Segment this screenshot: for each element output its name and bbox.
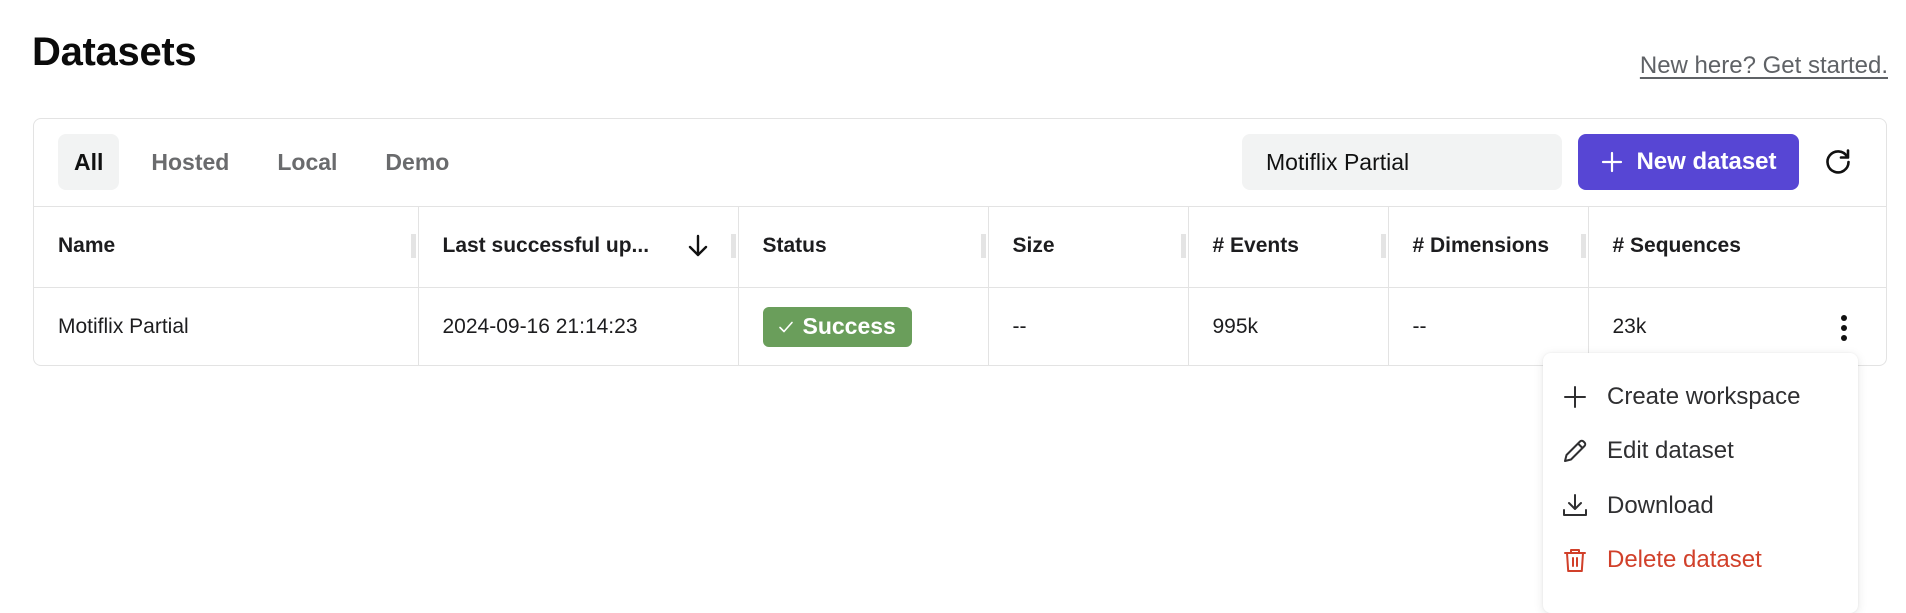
- arrow-down-icon[interactable]: [686, 233, 710, 259]
- toolbar: All Hosted Local Demo New dataset: [34, 119, 1886, 207]
- cell-events: 995k: [1188, 287, 1389, 366]
- plus-icon: [1561, 383, 1589, 411]
- cell-name[interactable]: Motiflix Partial: [34, 287, 419, 366]
- menu-item-label: Edit dataset: [1607, 437, 1734, 464]
- column-label: Status: [762, 234, 827, 258]
- status-badge: Success: [762, 306, 912, 347]
- tab-hosted[interactable]: Hosted: [127, 134, 253, 190]
- column-label: # Dimensions: [1412, 234, 1550, 258]
- cell-status: Success: [738, 287, 989, 366]
- menu-item-label: Delete dataset: [1607, 546, 1762, 573]
- datasets-card: All Hosted Local Demo New dataset Name L…: [33, 118, 1887, 366]
- column-header-status[interactable]: Status: [738, 206, 989, 288]
- tab-all[interactable]: All: [58, 134, 120, 190]
- plus-icon: [1602, 151, 1623, 173]
- column-resize-handle[interactable]: [1380, 234, 1386, 258]
- pencil-icon: [1561, 437, 1589, 465]
- status-label: Success: [802, 313, 896, 340]
- column-label: # Sequences: [1612, 234, 1741, 258]
- cell-last-update: 2024-09-16 21:14:23: [418, 287, 739, 366]
- column-label: Size: [1012, 234, 1055, 258]
- menu-item-create-workspace[interactable]: Create workspace: [1543, 370, 1858, 424]
- column-header-events[interactable]: # Events: [1188, 206, 1389, 288]
- menu-item-label: Create workspace: [1607, 383, 1801, 410]
- column-header-dimensions[interactable]: # Dimensions: [1388, 206, 1589, 288]
- download-icon: [1561, 492, 1589, 520]
- page-title: Datasets: [32, 30, 197, 74]
- column-resize-handle[interactable]: [730, 234, 736, 258]
- tab-local[interactable]: Local: [253, 134, 361, 190]
- search-input[interactable]: [1242, 134, 1562, 190]
- column-header-sequences[interactable]: # Sequences: [1588, 206, 1886, 288]
- column-header-size[interactable]: Size: [988, 206, 1189, 288]
- row-actions-menu: Create workspace Edit dataset Download D…: [1543, 353, 1858, 613]
- trash-icon: [1561, 546, 1589, 574]
- refresh-icon[interactable]: [1823, 147, 1853, 177]
- column-resize-handle[interactable]: [980, 234, 986, 258]
- menu-item-edit-dataset[interactable]: Edit dataset: [1543, 424, 1858, 478]
- cell-size: --: [988, 287, 1189, 366]
- check-icon: [778, 321, 793, 333]
- more-vertical-icon[interactable]: [1840, 314, 1848, 342]
- get-started-link[interactable]: New here? Get started.: [1640, 52, 1888, 80]
- filter-tabs: All Hosted Local Demo: [58, 134, 473, 190]
- table-header-row: Name Last successful up... Status Size #…: [34, 206, 1886, 288]
- menu-item-delete-dataset[interactable]: Delete dataset: [1543, 533, 1858, 587]
- column-header-name[interactable]: Name: [34, 206, 419, 288]
- column-label: Name: [58, 234, 116, 258]
- menu-item-label: Download: [1607, 492, 1714, 519]
- column-resize-handle[interactable]: [410, 234, 416, 258]
- sequences-value: 23k: [1612, 314, 1647, 338]
- column-resize-handle[interactable]: [1180, 234, 1186, 258]
- datasets-table: Name Last successful up... Status Size #…: [34, 206, 1886, 366]
- column-header-last-update[interactable]: Last successful up...: [418, 206, 739, 288]
- menu-item-download[interactable]: Download: [1543, 479, 1858, 533]
- new-dataset-button[interactable]: New dataset: [1578, 134, 1799, 190]
- column-label: # Events: [1212, 234, 1299, 258]
- tab-demo[interactable]: Demo: [361, 134, 473, 190]
- column-resize-handle[interactable]: [1580, 234, 1586, 258]
- new-dataset-label: New dataset: [1636, 148, 1777, 175]
- column-label: Last successful up...: [442, 234, 650, 258]
